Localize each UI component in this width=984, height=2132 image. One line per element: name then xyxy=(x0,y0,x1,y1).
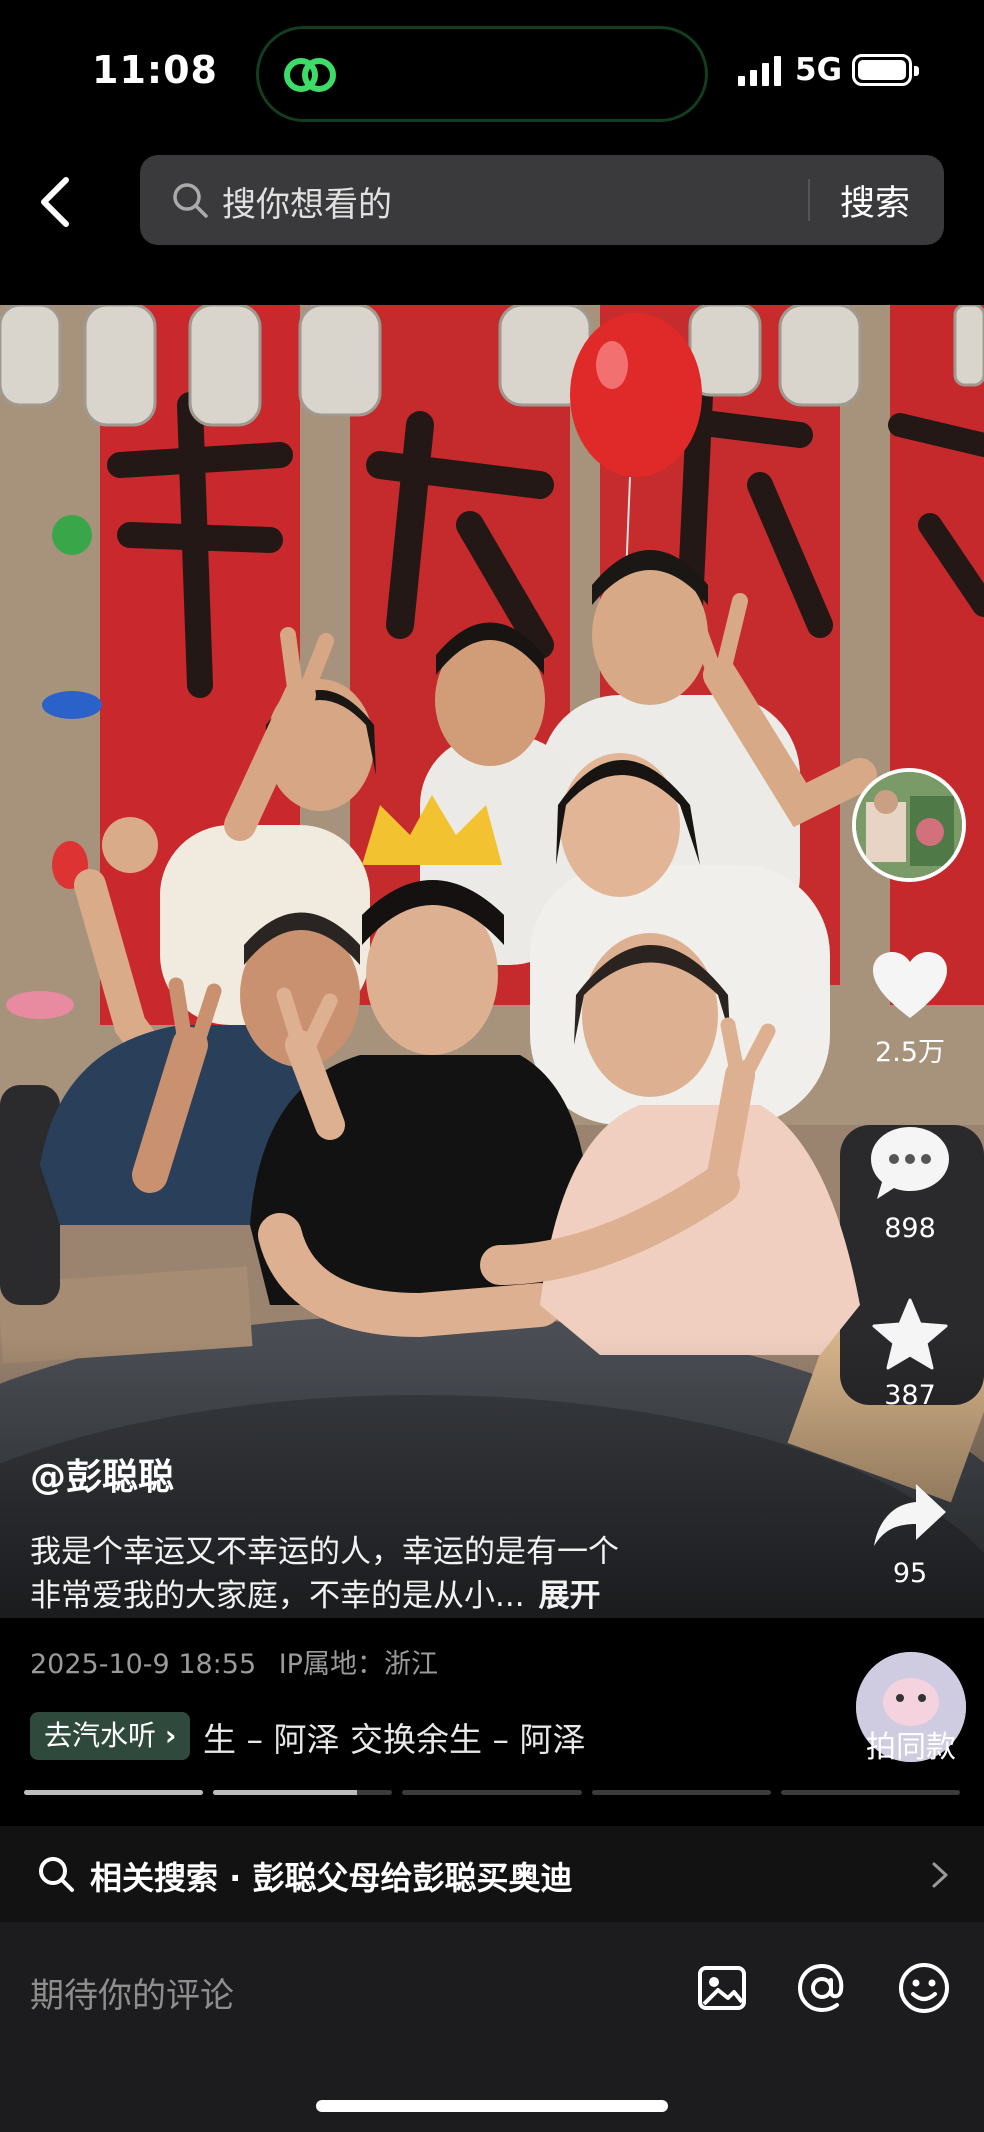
share-action[interactable]: 95 xyxy=(850,1482,970,1589)
star-icon[interactable] xyxy=(872,1298,948,1370)
network-label: 5G xyxy=(795,52,843,88)
heart-icon[interactable] xyxy=(871,950,949,1020)
comment-bar: 期待你的评论 xyxy=(0,1922,984,2132)
caption: 我是个幸运又不幸运的人，幸运的是有一个 非常爱我的大家庭，不幸的是从小... 展开 xyxy=(30,1530,770,1618)
caption-line-1: 我是个幸运又不幸运的人，幸运的是有一个 xyxy=(30,1534,619,1570)
music-track[interactable]: 生 – 阿泽 交换余生 – 阿泽 xyxy=(203,1713,603,1763)
search-bar[interactable]: 搜你想看的 搜索 xyxy=(140,155,944,245)
chevron-right-icon: › xyxy=(164,1719,177,1752)
comment-count: 898 xyxy=(884,1213,936,1244)
caption-line-2: 非常爱我的大家庭，不幸的是从小... xyxy=(30,1578,525,1614)
author-avatar[interactable] xyxy=(852,768,966,882)
listen-on-qishui-button[interactable]: 去汽水听 › xyxy=(30,1712,191,1760)
search-icon xyxy=(173,183,208,218)
share-icon[interactable] xyxy=(872,1482,948,1548)
search-input[interactable]: 搜你想看的 xyxy=(222,177,392,226)
related-search-text[interactable]: 相关搜索 · 彭聪父母给彭聪买奥迪 xyxy=(90,1853,572,1899)
listen-label: 去汽水听 xyxy=(44,1719,157,1752)
progress-segment-1 xyxy=(24,1790,204,1795)
signal-icon xyxy=(738,56,781,86)
related-search-bar[interactable]: 相关搜索 · 彭聪父母给彭聪买奥迪 xyxy=(0,1826,984,1922)
video-frame[interactable] xyxy=(0,305,984,1618)
comment-bubble-icon[interactable] xyxy=(869,1125,951,1203)
expand-button[interactable]: 展开 xyxy=(539,1578,601,1614)
battery-icon xyxy=(852,54,919,86)
author-name[interactable]: @彭聪聪 xyxy=(30,1448,174,1500)
home-indicator[interactable] xyxy=(316,2100,668,2112)
post-date: 2025-10-9 18:55 xyxy=(30,1649,257,1680)
dynamic-island xyxy=(256,26,708,122)
favorite-count: 387 xyxy=(884,1380,936,1411)
share-count: 95 xyxy=(892,1558,928,1589)
status-bar: 11:08 5G xyxy=(0,0,984,140)
same-style-button[interactable]: 拍同款 xyxy=(866,1722,956,1766)
at-icon[interactable] xyxy=(794,1960,850,2016)
like-action[interactable]: 2.5万 xyxy=(850,950,970,1069)
progress-segment-3 xyxy=(402,1790,582,1795)
progress-segment-5 xyxy=(780,1790,961,1795)
back-icon[interactable] xyxy=(36,172,76,232)
family-birthday-photo xyxy=(0,305,984,1618)
screen: 11:08 5G 搜你想看的 搜索 2.5万 898 387 95 @彭聪聪 我… xyxy=(0,0,984,2132)
like-count: 2.5万 xyxy=(875,1037,945,1068)
comment-action[interactable]: 898 xyxy=(850,1125,970,1244)
ip-location: IP属地：浙江 xyxy=(278,1649,438,1680)
search-icon xyxy=(39,1857,74,1892)
favorite-action[interactable]: 387 xyxy=(850,1298,970,1411)
comment-input[interactable]: 期待你的评论 xyxy=(30,1968,234,2017)
emoji-icon[interactable] xyxy=(896,1960,952,2016)
search-divider xyxy=(808,179,810,221)
progress-bar[interactable] xyxy=(24,1790,961,1796)
audio-link-icon xyxy=(284,58,336,92)
chevron-right-icon[interactable] xyxy=(928,1860,952,1890)
clock: 11:08 xyxy=(92,48,218,92)
progress-segment-2 xyxy=(213,1790,393,1795)
post-meta: 2025-10-9 18:55 IP属地：浙江 xyxy=(30,1642,438,1681)
image-icon[interactable] xyxy=(694,1960,750,2016)
progress-segment-4 xyxy=(591,1790,771,1795)
search-button[interactable]: 搜索 xyxy=(840,175,910,226)
